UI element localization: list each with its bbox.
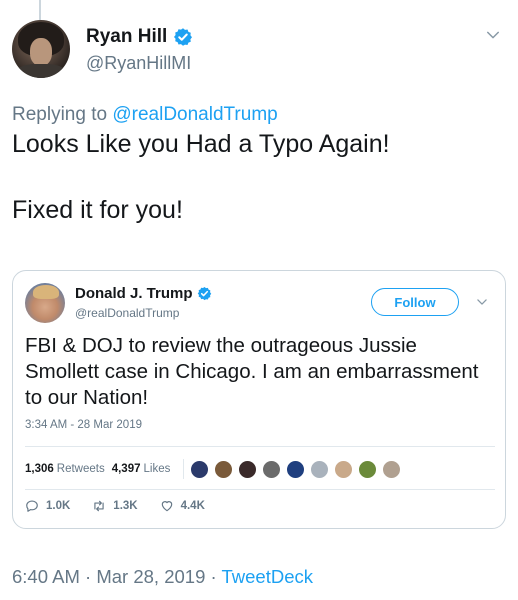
chevron-down-icon[interactable]	[484, 26, 502, 44]
tweet-source-link[interactable]: TweetDeck	[221, 566, 313, 587]
retweet-action[interactable]: 1.3K	[92, 499, 138, 513]
divider	[25, 446, 495, 447]
replying-to: Replying to @realDonaldTrump	[12, 104, 278, 126]
tweet-time[interactable]: 6:40 AM	[12, 566, 80, 587]
tweet-text-line: Looks Like you Had a Typo Again!	[12, 130, 390, 158]
meta-separator: ·	[210, 566, 217, 587]
divider	[183, 459, 185, 479]
reply-count: 1.0K	[46, 500, 71, 512]
like-count: 4.4K	[180, 500, 205, 512]
liker-avatar[interactable]	[286, 459, 306, 479]
retweets-stat[interactable]: 1,306 Retweets	[25, 463, 105, 475]
avatar[interactable]	[12, 20, 70, 78]
liker-avatar[interactable]	[190, 459, 210, 479]
like-heart-icon	[161, 501, 172, 512]
liker-avatar[interactable]	[382, 459, 402, 479]
liker-avatars	[190, 459, 406, 479]
verified-badge-icon	[197, 286, 211, 301]
tweet-text: Looks Like you Had a Typo Again! Fixed i…	[12, 128, 506, 227]
chevron-down-icon[interactable]	[475, 295, 489, 309]
likes-stat[interactable]: 4,397 Likes	[112, 463, 171, 475]
retweets-label: Retweets	[56, 463, 105, 475]
liker-avatar[interactable]	[334, 459, 354, 479]
quoted-avatar[interactable]	[25, 283, 65, 323]
quoted-tweet-card[interactable]: Donald J. Trump @realDonaldTrump Follow …	[12, 270, 506, 529]
likes-label: Likes	[143, 463, 171, 475]
tweet-text-line: Fixed it for you!	[12, 196, 183, 224]
engagement-stats: 1,306 Retweets 4,397 Likes	[25, 457, 406, 481]
like-action[interactable]: 4.4K	[160, 499, 205, 513]
liker-avatar[interactable]	[310, 459, 330, 479]
follow-button[interactable]: Follow	[371, 288, 459, 316]
action-bar: 1.0K 1.3K 4.4K	[25, 499, 227, 513]
author-handle[interactable]: @RyanHillMI	[86, 53, 191, 74]
retweet-icon	[94, 500, 104, 512]
tweet-meta-footer: 6:40 AM · Mar 28, 2019 · TweetDeck	[12, 566, 313, 588]
tweet-header: Ryan Hill @RyanHillMI	[12, 20, 506, 82]
liker-avatar[interactable]	[238, 459, 258, 479]
verified-badge-icon	[174, 28, 193, 46]
quoted-name-row: Donald J. Trump	[75, 285, 212, 302]
thread-connector-line	[39, 0, 41, 20]
retweet-count: 1.3K	[113, 500, 138, 512]
liker-avatar[interactable]	[358, 459, 378, 479]
reply-action[interactable]: 1.0K	[25, 499, 70, 513]
quoted-display-name[interactable]: Donald J. Trump	[75, 285, 193, 302]
tweet-date[interactable]: Mar 28, 2019	[96, 566, 205, 587]
likes-count: 4,397	[111, 463, 141, 475]
replying-prefix: Replying to	[12, 104, 113, 125]
quoted-tweet-text: FBI & DOJ to review the outrageous Jussi…	[25, 334, 479, 409]
reply-icon	[26, 500, 38, 512]
author-name-row: Ryan Hill	[86, 26, 193, 48]
meta-separator: ·	[85, 566, 92, 587]
quoted-handle[interactable]: @realDonaldTrump	[75, 306, 179, 320]
divider	[25, 489, 495, 490]
author-display-name[interactable]: Ryan Hill	[86, 26, 167, 48]
quoted-timestamp[interactable]: 3:34 AM - 28 Mar 2019	[25, 419, 142, 431]
liker-avatar[interactable]	[262, 459, 282, 479]
liker-avatar[interactable]	[214, 459, 234, 479]
replying-mention-link[interactable]: @realDonaldTrump	[112, 104, 277, 125]
retweets-count: 1,306	[25, 463, 54, 475]
